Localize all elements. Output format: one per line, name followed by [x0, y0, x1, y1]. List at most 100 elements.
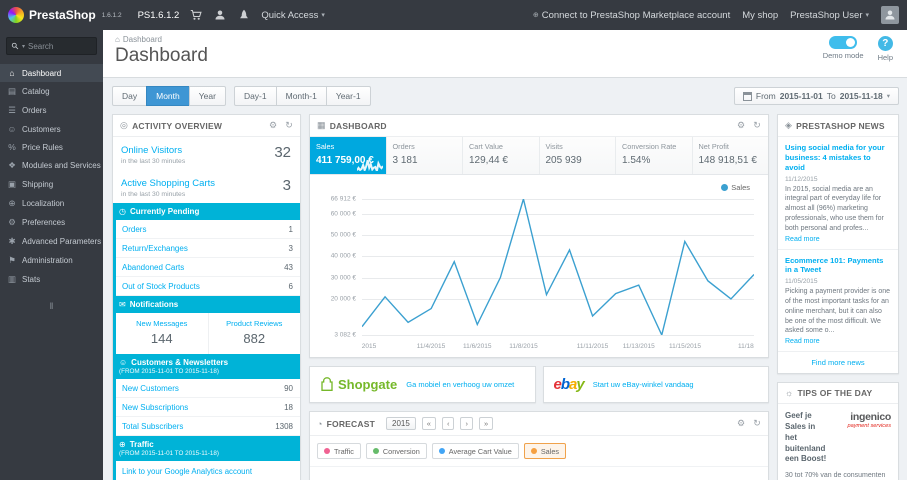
product-reviews-cell[interactable]: Product Reviews 882 — [207, 313, 301, 354]
marketplace-link[interactable]: ⊕ Connect to PrestaShop Marketplace acco… — [533, 10, 730, 21]
shopgate-link[interactable]: Ga mobiel en verhoog uw omzet — [406, 380, 514, 390]
tips-panel-title: TIPS OF THE DAY — [797, 388, 873, 399]
range-day-button[interactable]: Day — [112, 86, 148, 106]
kpi-tab-cart-value[interactable]: Cart Value 129,44 € — [463, 137, 540, 174]
kpi-value: 1.54% — [622, 155, 651, 166]
user-menu[interactable]: PrestaShop User ▾ — [790, 10, 869, 21]
shopping-bag-icon — [321, 377, 333, 391]
quick-access-menu[interactable]: Quick Access ▾ — [261, 10, 325, 21]
forecast-chip-sales[interactable]: Sales — [523, 443, 567, 459]
sidebar-item-orders[interactable]: ☰ Orders — [0, 101, 103, 120]
rocket-icon[interactable] — [237, 8, 251, 22]
out-of-stock-row[interactable]: Out of Stock Products 6 — [116, 277, 300, 296]
new-messages-cell[interactable]: New Messages 144 — [116, 313, 208, 354]
notifications-cells: New Messages 144 Product Reviews 882 — [113, 313, 300, 354]
news-article: Using social media for your business: 4 … — [778, 137, 898, 250]
google-analytics-link[interactable]: Link to your Google Analytics account — [113, 461, 300, 480]
forecast-year-select[interactable]: 2015 — [386, 417, 416, 430]
range-month-1-button[interactable]: Month-1 — [275, 86, 327, 106]
new-customers-row[interactable]: New Customers 90 — [116, 379, 300, 398]
sidebar-item-customers[interactable]: ☺ Customers — [0, 120, 103, 138]
shopgate-name: Shopgate — [338, 377, 398, 392]
kpi-tab-sales[interactable]: Sales 411 759,00 € — [310, 137, 387, 174]
previous-year-button[interactable]: ‹ — [441, 417, 455, 430]
sales-dot — [530, 448, 537, 454]
forecast-chip-traffic[interactable]: Traffic — [317, 443, 361, 459]
forecast-chip-conversion[interactable]: Conversion — [365, 443, 427, 459]
chip-label: Average Cart Value — [448, 446, 512, 456]
sidebar-item-stats[interactable]: ▥ Stats — [0, 270, 103, 289]
demo-mode-control[interactable]: Demo mode — [823, 36, 864, 62]
chip-label: Conversion — [382, 446, 420, 456]
gear-icon[interactable]: ⚙ — [269, 120, 277, 131]
search-input[interactable] — [28, 41, 87, 51]
refresh-icon[interactable]: ↻ — [753, 120, 761, 131]
storefront-cart-icon[interactable] — [189, 8, 203, 22]
online-visitors-sub: in the last 30 minutes — [121, 158, 186, 165]
active-carts-link[interactable]: Active Shopping Carts — [121, 178, 292, 189]
range-year-button[interactable]: Year — [188, 86, 226, 106]
sidebar-item-advanced-parameters[interactable]: ✱ Advanced Parameters — [0, 232, 103, 251]
sidebar-item-shipping[interactable]: ▣ Shipping — [0, 175, 103, 194]
pending-returns-row[interactable]: Return/Exchanges 3 — [116, 239, 300, 258]
gear-icon[interactable]: ⚙ — [737, 120, 745, 131]
find-more-news-link[interactable]: Find more news — [778, 352, 898, 373]
sidebar-item-preferences[interactable]: ⚙ Preferences — [0, 213, 103, 232]
sidebar-item-label: Price Rules — [22, 142, 63, 152]
sidebar-item-modules[interactable]: ❖ Modules and Services — [0, 156, 103, 175]
refresh-icon[interactable]: ↻ — [285, 120, 293, 131]
kpi-tab-conversion-rate[interactable]: Conversion Rate 1.54% — [616, 137, 693, 174]
first-year-button[interactable]: « — [421, 417, 436, 430]
help-control[interactable]: ? Help — [878, 36, 893, 62]
sidebar-search[interactable]: ▾ — [6, 37, 97, 55]
avatar[interactable] — [881, 6, 899, 24]
online-visitors-link[interactable]: Online Visitors — [121, 145, 292, 156]
breadcrumb[interactable]: ⌂ Dashboard — [115, 35, 895, 44]
customers-list: New Customers 90 New Subscriptions 18 To… — [113, 379, 300, 436]
shop-name-link[interactable]: PS1.6.1.2 — [138, 10, 180, 21]
range-month-button[interactable]: Month — [146, 86, 190, 106]
read-more-link[interactable]: Read more — [785, 236, 891, 243]
prestashop-logo[interactable]: PrestaShop 1.6.1.2 — [8, 7, 122, 23]
profile-icon[interactable] — [213, 8, 227, 22]
collapse-sidebar-button[interactable]: ‖ — [0, 301, 103, 311]
demo-mode-toggle[interactable] — [829, 36, 858, 49]
refresh-icon[interactable]: ↻ — [753, 418, 761, 429]
range-year-1-button[interactable]: Year-1 — [325, 86, 371, 106]
forecast-chip-average-cart-value[interactable]: Average Cart Value — [431, 443, 519, 459]
sidebar-item-price-rules[interactable]: % Price Rules — [0, 138, 103, 156]
abandoned-carts-row[interactable]: Abandoned Carts 43 — [116, 258, 300, 277]
new-subscriptions-row[interactable]: New Subscriptions 18 — [116, 398, 300, 417]
chart-legend[interactable]: Sales — [721, 183, 750, 192]
kpi-tab-net-profit[interactable]: Net Profit 148 918,51 € — [692, 137, 768, 174]
range-day-1-button[interactable]: Day-1 — [233, 86, 277, 106]
article-date: 11/05/2015 — [785, 278, 818, 286]
sidebar-item-dashboard[interactable]: ⌂ Dashboard — [0, 64, 103, 82]
total-subscribers-row[interactable]: Total Subscribers 1308 — [116, 417, 300, 436]
help-icon[interactable]: ? — [877, 36, 893, 51]
sidebar-item-catalog[interactable]: ▤ Catalog — [0, 82, 103, 101]
last-year-button[interactable]: » — [478, 417, 494, 430]
article-title-link[interactable]: Using social media for your business: 4 … — [785, 143, 891, 173]
ebay-link[interactable]: Start uw eBay-winkel vandaag — [593, 380, 694, 390]
modules-icon: ❖ — [8, 160, 16, 170]
my-shop-link[interactable]: My shop — [742, 10, 778, 21]
sidebar-item-localization[interactable]: ⊕ Localization — [0, 194, 103, 213]
search-scope-caret-icon[interactable]: ▾ — [22, 43, 25, 50]
y-tick-label: 30 000 € — [330, 274, 356, 282]
kpi-tab-orders[interactable]: Orders 3 181 — [386, 137, 463, 174]
kpi-sparkline — [357, 160, 383, 171]
content-columns: ◎ ACTIVITY OVERVIEW ⚙ ↻ Online Visitors … — [112, 114, 899, 480]
topbar: PrestaShop 1.6.1.2 PS1.6.1.2 Quick Acces… — [0, 0, 907, 30]
read-more-link[interactable]: Read more — [785, 338, 891, 345]
article-title-link[interactable]: Ecommerce 101: Payments in a Tweet — [785, 256, 891, 276]
tips-of-the-day-panel: ☼ TIPS OF THE DAY Geef je Sales in het b… — [777, 382, 899, 480]
gear-icon[interactable]: ⚙ — [737, 418, 745, 429]
pending-orders-row[interactable]: Orders 1 — [116, 220, 300, 239]
sidebar-item-administration[interactable]: ⚑ Administration — [0, 251, 103, 270]
date-range-button[interactable]: From 2015-11-01 To 2015-11-18 ▾ — [733, 87, 899, 105]
kpi-value: 129,44 € — [469, 155, 508, 166]
next-year-button[interactable]: › — [460, 417, 473, 430]
chevron-down-icon: ▾ — [321, 12, 325, 19]
kpi-tab-visits[interactable]: Visits 205 939 — [539, 137, 616, 174]
